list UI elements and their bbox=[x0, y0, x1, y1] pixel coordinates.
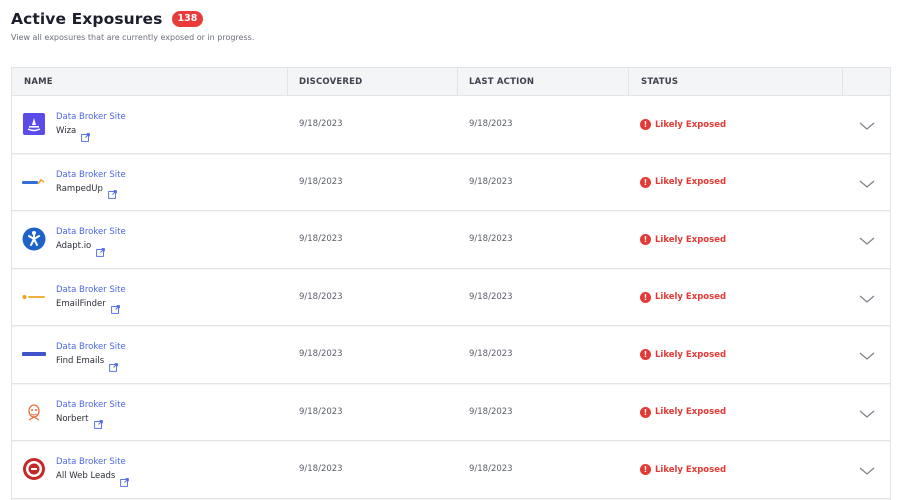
status-badge: ! Likely Exposed bbox=[640, 96, 726, 154]
column-header-name[interactable]: NAME bbox=[24, 68, 53, 96]
discovered-date: 9/18/2023 bbox=[299, 406, 343, 417]
rampedup-logo bbox=[22, 170, 46, 194]
site-name: Adapt.io bbox=[56, 241, 92, 251]
external-link-icon[interactable] bbox=[96, 242, 106, 257]
table-header: NAME DISCOVERED LAST ACTION STATUS bbox=[12, 68, 890, 96]
status-text: Likely Exposed bbox=[655, 407, 727, 418]
alert-icon: ! bbox=[640, 406, 651, 418]
site-category-link[interactable]: Data Broker Site bbox=[56, 170, 126, 180]
external-link-icon[interactable] bbox=[81, 127, 91, 142]
status-text: Likely Exposed bbox=[655, 292, 727, 303]
status-text: Likely Exposed bbox=[655, 464, 727, 475]
wiza-logo bbox=[22, 112, 46, 136]
external-link-icon[interactable] bbox=[109, 357, 118, 372]
last-action-date: 9/18/2023 bbox=[469, 176, 513, 187]
external-link-icon[interactable] bbox=[108, 184, 117, 199]
site-category-link[interactable]: Data Broker Site bbox=[56, 285, 126, 295]
discovered-date: 9/18/2023 bbox=[299, 464, 343, 474]
site-category-link[interactable]: Data Broker Site bbox=[56, 342, 126, 352]
discovered-date: 9/18/2023 bbox=[299, 119, 343, 129]
site-name: Wiza bbox=[56, 126, 77, 136]
table-row[interactable]: Data Broker Site All Web Leads 9/18/2023 9/… bbox=[12, 441, 890, 499]
last-action-date: 9/18/2023 bbox=[469, 291, 513, 302]
chevron-down-icon[interactable] bbox=[858, 463, 876, 477]
table-row[interactable]: Data Broker Site EmailFinder 9/18/2023 9/18… bbox=[12, 269, 890, 327]
site-category-link[interactable]: Data Broker Site bbox=[56, 457, 126, 467]
site-name: EmailFinder bbox=[56, 298, 106, 309]
external-link-icon[interactable] bbox=[93, 414, 103, 429]
table-row[interactable]: Data Broker Site RampedUp 9/18/2023 9/18/20… bbox=[12, 154, 890, 212]
alert-icon: ! bbox=[640, 119, 651, 131]
status-text: Likely Exposed bbox=[655, 177, 727, 188]
chevron-down-icon[interactable] bbox=[858, 233, 876, 247]
alert-icon: ! bbox=[640, 234, 651, 246]
status-badge: ! Likely Exposed bbox=[640, 211, 726, 269]
page-title: Active Exposures bbox=[11, 10, 163, 28]
last-action-date: 9/18/2023 bbox=[469, 464, 513, 474]
last-action-date: 9/18/2023 bbox=[469, 119, 513, 129]
emailfinder-logo bbox=[22, 285, 46, 309]
discovered-date: 9/18/2023 bbox=[299, 291, 343, 302]
adapt-logo bbox=[22, 227, 46, 251]
external-link-icon[interactable] bbox=[110, 299, 120, 314]
site-name: Norbert bbox=[56, 413, 89, 424]
chevron-down-icon[interactable] bbox=[858, 348, 876, 362]
site-category-link[interactable]: Data Broker Site bbox=[56, 400, 126, 410]
exposures-table: NAME DISCOVERED LAST ACTION STATUS Data … bbox=[11, 67, 891, 500]
site-name: RampedUp bbox=[56, 183, 103, 194]
column-header-status[interactable]: STATUS bbox=[641, 68, 678, 96]
table-row[interactable]: Data Broker Site Find Emails 9/18/2023 9/18… bbox=[12, 326, 890, 384]
external-link-icon[interactable] bbox=[120, 472, 130, 487]
status-text: Likely Exposed bbox=[655, 119, 727, 130]
table-row[interactable]: Data Broker Site Adapt.io 9/18/2023 9/18/20… bbox=[12, 211, 890, 269]
alert-icon: ! bbox=[640, 291, 651, 303]
status-text: Likely Exposed bbox=[655, 349, 727, 360]
status-badge: ! Likely Exposed bbox=[640, 154, 726, 212]
column-header-last-action[interactable]: LAST ACTION bbox=[469, 68, 534, 96]
chevron-down-icon[interactable] bbox=[858, 176, 876, 190]
discovered-date: 9/18/2023 bbox=[299, 234, 343, 244]
discovered-date: 9/18/2023 bbox=[299, 349, 343, 359]
table-body: Data Broker Site Wiza 9/18/2023 9/18/2023! L… bbox=[12, 96, 890, 499]
discovered-date: 9/18/2023 bbox=[299, 176, 343, 187]
exposure-count-badge: 138 bbox=[171, 11, 204, 27]
last-action-date: 9/18/2023 bbox=[469, 349, 513, 359]
chevron-down-icon[interactable] bbox=[858, 118, 876, 132]
column-header-discovered[interactable]: DISCOVERED bbox=[299, 68, 362, 96]
norbert-logo bbox=[22, 400, 46, 424]
last-action-date: 9/18/2023 bbox=[469, 234, 513, 244]
status-badge: ! Likely Exposed bbox=[640, 326, 726, 384]
site-name: Find Emails bbox=[56, 356, 105, 366]
alert-icon: ! bbox=[640, 176, 651, 188]
chevron-down-icon[interactable] bbox=[858, 406, 876, 420]
site-category-link[interactable]: Data Broker Site bbox=[56, 112, 126, 122]
site-category-link[interactable]: Data Broker Site bbox=[56, 227, 126, 237]
status-badge: ! Likely Exposed bbox=[640, 384, 726, 442]
table-row[interactable]: Data Broker Site Wiza 9/18/2023 9/18/2023! L… bbox=[12, 96, 890, 154]
page-subtitle: View all exposures that are currently ex… bbox=[11, 33, 255, 42]
alert-icon: ! bbox=[640, 349, 651, 361]
site-name: All Web Leads bbox=[56, 471, 116, 481]
last-action-date: 9/18/2023 bbox=[469, 406, 513, 417]
status-badge: ! Likely Exposed bbox=[640, 269, 726, 327]
status-badge: ! Likely Exposed bbox=[640, 441, 726, 499]
page-header: Active Exposures 138 View all exposures … bbox=[11, 10, 254, 42]
alert-icon: ! bbox=[640, 464, 651, 476]
status-text: Likely Exposed bbox=[655, 234, 727, 245]
table-row[interactable]: Data Broker Site Norbert 9/18/2023 9/18/202… bbox=[12, 384, 890, 442]
chevron-down-icon[interactable] bbox=[858, 291, 876, 305]
findemails-logo bbox=[22, 342, 46, 366]
allwebleads-logo bbox=[22, 457, 46, 481]
